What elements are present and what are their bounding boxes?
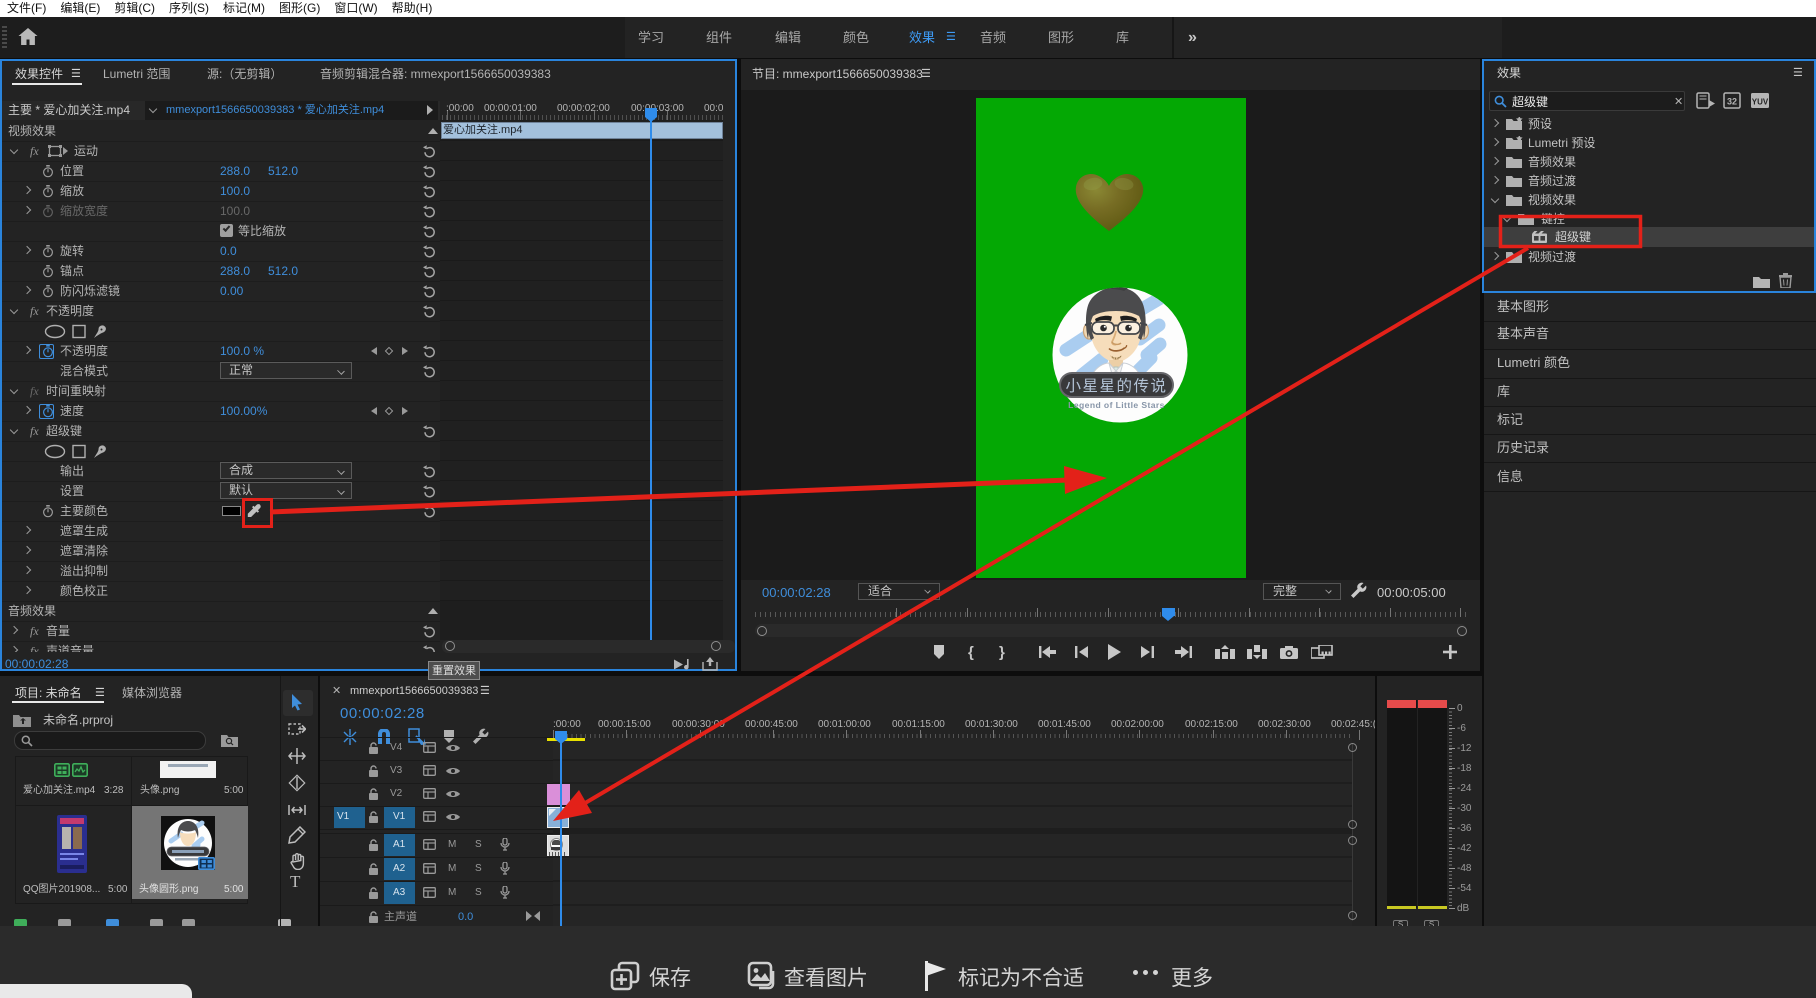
svg-text:32: 32 bbox=[1727, 97, 1737, 107]
svg-text:小星星的传说: 小星星的传说 bbox=[1065, 377, 1167, 395]
svg-text:YUV: YUV bbox=[1752, 98, 1769, 107]
svg-text:Legend of Little Stars: Legend of Little Stars bbox=[1068, 400, 1165, 410]
